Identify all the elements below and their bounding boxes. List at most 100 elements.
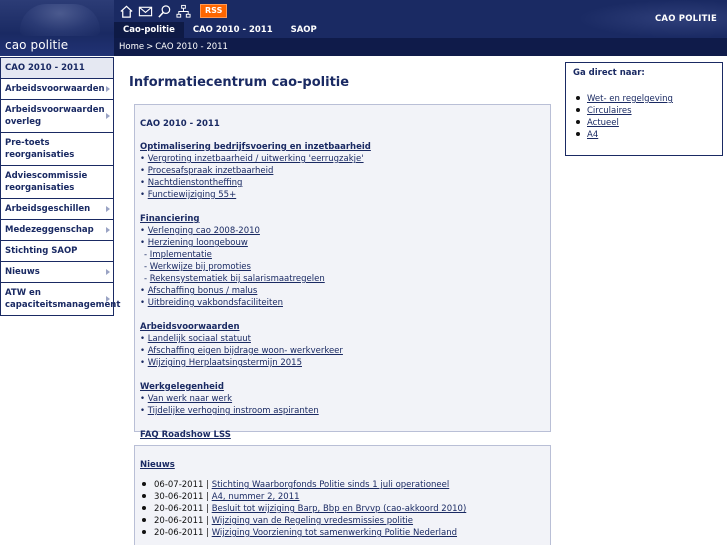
cao-link[interactable]: • Procesafspraak inzetbaarheid xyxy=(140,165,550,177)
link-bullet: • xyxy=(140,334,148,344)
cao-link-text[interactable]: Functiewijziging 55+ xyxy=(148,190,236,200)
sidebar-item-adviescommissie-reorganisaties[interactable]: Adviescommissie reorganisaties xyxy=(0,166,114,199)
chevron-right-icon xyxy=(106,269,110,275)
cao-group: Werkgelegenheid • Van werk naar werk • Tij… xyxy=(140,381,550,417)
sidebar-item-label: Pre-toets reorganisaties xyxy=(5,138,75,160)
cao-link[interactable]: - Implementatie xyxy=(140,249,550,261)
cao-link[interactable]: • Afschaffing eigen bijdrage woon- werkv… xyxy=(140,345,550,357)
link-bullet: • xyxy=(140,166,148,176)
breadcrumb-separator: > xyxy=(146,42,154,52)
news-link[interactable]: Besluit tot wijziging Barp, Bbp en Brvvp… xyxy=(212,504,467,514)
cao-link[interactable]: • Van werk naar werk xyxy=(140,393,550,405)
news-separator: | xyxy=(203,504,212,514)
cao-link[interactable]: - Rekensystematiek bij salarismaatregele… xyxy=(140,273,550,285)
quick-link-circulaires[interactable]: Circulaires xyxy=(574,105,722,117)
quick-link-text[interactable]: Circulaires xyxy=(587,106,632,116)
quick-links-list: Wet- en regelgeving Circulaires Actueel A4 xyxy=(574,93,722,141)
sidebar-item-pre-toets-reorganisaties[interactable]: Pre-toets reorganisaties xyxy=(0,133,114,166)
tab-cao-2010-2011[interactable]: CAO 2010 - 2011 xyxy=(184,22,282,38)
cao-link-text[interactable]: Wijziging Herplaatsingstermijn 2015 xyxy=(148,358,302,368)
sidebar-item-atw-en-capaciteitsmanagement[interactable]: ATW en capaciteitsmanagement xyxy=(0,283,120,316)
cao-link-text[interactable]: Verlenging cao 2008-2010 xyxy=(148,226,260,236)
bullet-icon xyxy=(142,494,146,498)
quick-link-text[interactable]: Wet- en regelgeving xyxy=(587,94,673,104)
sidebar-item-arbeidsgeschillen[interactable]: Arbeidsgeschillen xyxy=(0,199,114,220)
cao-link[interactable]: • Landelijk sociaal statuut xyxy=(140,333,550,345)
news-date: 20-06-2011 xyxy=(154,516,204,526)
cao-link[interactable]: • Verlenging cao 2008-2010 xyxy=(140,225,550,237)
cao-link-text[interactable]: Afschaffing eigen bijdrage woon- werkver… xyxy=(148,346,343,356)
cao-link-text[interactable]: Nachtdienstontheffing xyxy=(148,178,243,188)
sidebar-nav: CAO 2010 - 2011 Arbeidsvoorwaarden Arbeids… xyxy=(0,57,120,316)
cao-link-text[interactable]: Tijdelijke verhoging instroom aspiranten xyxy=(148,406,319,416)
cao-link-text[interactable]: Herziening loongebouw xyxy=(148,238,248,248)
quick-link-text[interactable]: Actueel xyxy=(587,118,619,128)
link-bullet: • xyxy=(140,154,148,164)
rss-button[interactable]: RSS xyxy=(200,4,228,18)
cao-link[interactable]: • Uitbreiding vakbondsfaciliteiten xyxy=(140,297,550,309)
cao-link-text[interactable]: Werkwijze bij promoties xyxy=(150,262,251,272)
sitemap-icon[interactable] xyxy=(175,3,192,20)
tab-cao-politie[interactable]: Cao-politie xyxy=(114,22,184,38)
cao-link-text[interactable]: Uitbreiding vakbondsfaciliteiten xyxy=(148,298,283,308)
sidebar-item-nieuws[interactable]: Nieuws xyxy=(0,262,114,283)
news-separator: | xyxy=(203,528,212,538)
news-link[interactable]: Wijziging Voorziening tot samenwerking P… xyxy=(212,528,457,538)
bullet-icon xyxy=(142,530,146,534)
cao-group-title[interactable]: FAQ Roadshow LSS xyxy=(140,429,550,441)
sidebar-item-medezeggenschap[interactable]: Medezeggenschap xyxy=(0,220,114,241)
cao-link[interactable]: • Afschaffing bonus / malus xyxy=(140,285,550,297)
search-icon[interactable] xyxy=(156,3,173,20)
top-navigation: Cao-politie CAO 2010 - 2011 SAOP xyxy=(114,22,326,38)
police-cap-image xyxy=(20,4,100,36)
quick-link-wet-en-regelgeving[interactable]: Wet- en regelgeving xyxy=(574,93,722,105)
news-item: 20-06-2011 | Wijziging Voorziening tot s… xyxy=(140,527,550,539)
news-link[interactable]: Stichting Waarborgfonds Politie sinds 1 … xyxy=(212,480,450,490)
news-item: 30-06-2011 | A4, nummer 2, 2011 xyxy=(140,491,550,503)
sidebar-item-label: Arbeidsvoorwaarden xyxy=(5,84,105,94)
news-link[interactable]: A4, nummer 2, 2011 xyxy=(212,492,300,502)
sidebar-item-cao-2010-2011[interactable]: CAO 2010 - 2011 xyxy=(0,57,114,79)
cao-link-text[interactable]: Landelijk sociaal statuut xyxy=(148,334,251,344)
breadcrumb-current[interactable]: CAO 2010 - 2011 xyxy=(155,42,228,52)
quick-link-actueel[interactable]: Actueel xyxy=(574,117,722,129)
news-list: 06-07-2011 | Stichting Waarborgfonds Pol… xyxy=(140,479,550,539)
cao-link[interactable]: • Wijziging Herplaatsingstermijn 2015 xyxy=(140,357,550,369)
home-icon[interactable] xyxy=(118,3,135,20)
cao-link-text[interactable]: Rekensystematiek bij salarismaatregelen xyxy=(150,274,325,284)
cao-link-text[interactable]: Vergroting inzetbaarheid / uitwerking 'e… xyxy=(148,154,364,164)
cao-link-text[interactable]: Afschaffing bonus / malus xyxy=(148,286,258,296)
quick-link-a4[interactable]: A4 xyxy=(574,129,722,141)
cao-link[interactable]: • Functiewijziging 55+ xyxy=(140,189,550,201)
cao-link[interactable]: • Herziening loongebouw xyxy=(140,237,550,249)
bullet-icon xyxy=(142,506,146,510)
logo[interactable]: cao politie xyxy=(0,0,114,56)
cao-link-text[interactable]: Van werk naar werk xyxy=(148,394,232,404)
tab-saop[interactable]: SAOP xyxy=(282,22,326,38)
cao-group: FAQ Roadshow LSS xyxy=(140,429,550,441)
news-link[interactable]: Wijziging van de Regeling vredesmissies … xyxy=(212,516,413,526)
chevron-right-icon xyxy=(106,86,110,92)
news-separator: | xyxy=(203,492,212,502)
sidebar-item-arbeidsvoorwaarden[interactable]: Arbeidsvoorwaarden xyxy=(0,79,114,100)
cao-link-text[interactable]: Implementatie xyxy=(150,250,212,260)
breadcrumb-home[interactable]: Home xyxy=(119,42,144,52)
sidebar-item-stichting-saop[interactable]: Stichting SAOP xyxy=(0,241,114,262)
news-panel-heading[interactable]: Nieuws xyxy=(140,460,550,470)
news-item: 20-06-2011 | Besluit tot wijziging Barp,… xyxy=(140,503,550,515)
cao-link[interactable]: • Tijdelijke verhoging instroom aspirant… xyxy=(140,405,550,417)
cao-link[interactable]: - Werkwijze bij promoties xyxy=(140,261,550,273)
news-panel: Nieuws 06-07-2011 | Stichting Waarborgfo… xyxy=(134,445,551,545)
toolbar: RSS xyxy=(114,0,228,22)
brand-text: CAO POLITIE xyxy=(654,14,717,24)
news-separator: | xyxy=(203,516,212,526)
site-header: cao politie RSS CAO POLITIE Cao-politie … xyxy=(0,0,727,56)
bullet-icon xyxy=(576,96,580,100)
sidebar-item-arbeidsvoorwaarden-overleg[interactable]: Arbeidsvoorwaarden overleg xyxy=(0,100,114,133)
mail-icon[interactable] xyxy=(137,3,154,20)
quick-link-text[interactable]: A4 xyxy=(587,130,598,140)
cao-link[interactable]: • Nachtdienstontheffing xyxy=(140,177,550,189)
sidebar-item-label: Medezeggenschap xyxy=(5,225,94,235)
cao-link[interactable]: • Vergroting inzetbaarheid / uitwerking … xyxy=(140,153,550,165)
cao-link-text[interactable]: Procesafspraak inzetbaarheid xyxy=(148,166,274,176)
